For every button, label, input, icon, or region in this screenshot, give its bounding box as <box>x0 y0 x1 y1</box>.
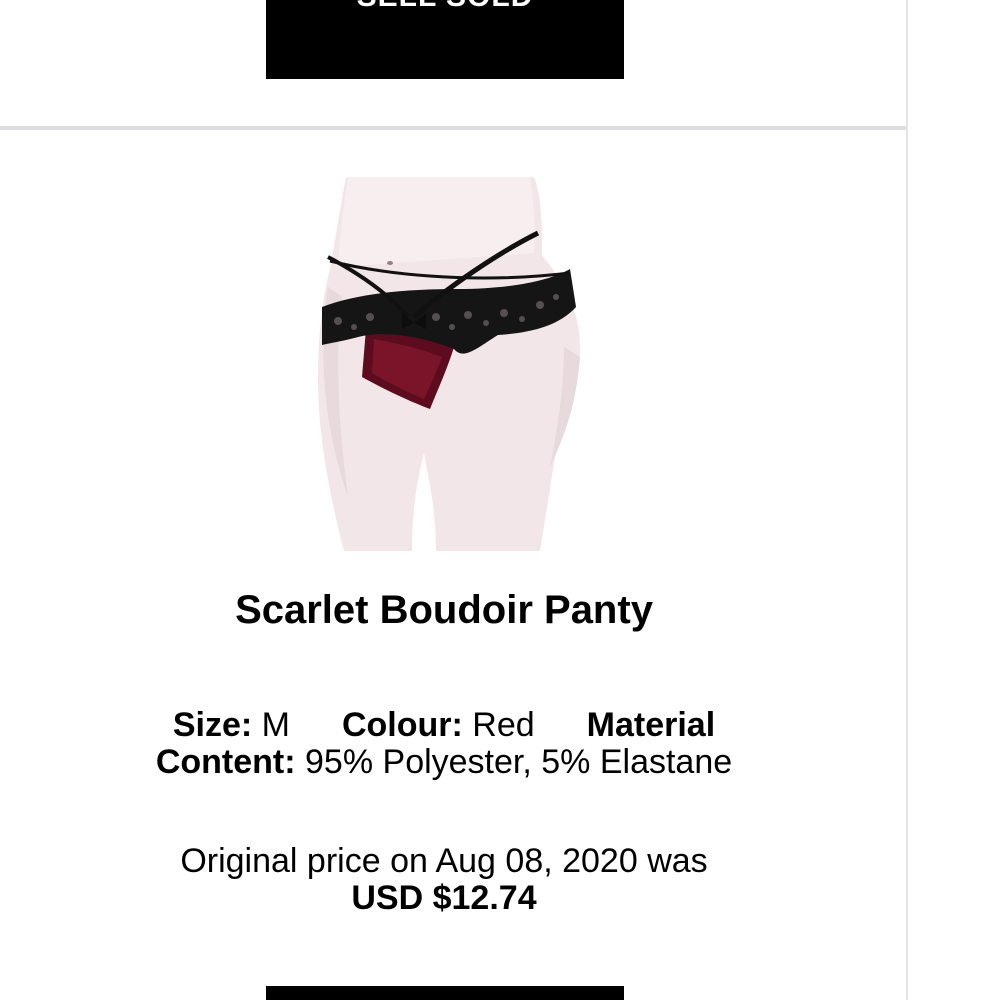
material-value: 95% Polyester, 5% Elastane <box>305 743 733 781</box>
price-prefix: Original price on Aug 08, 2020 was <box>180 842 708 880</box>
size-value: M <box>261 706 290 744</box>
product-image[interactable] <box>318 177 585 551</box>
price-amount: USD $12.74 <box>351 879 537 917</box>
product-details: Size: M Colour: Red Material Content: 95% … <box>120 707 768 781</box>
colour-label: Colour: <box>341 706 463 744</box>
top-action-button-label: SELL SOLD <box>266 0 624 12</box>
colour-value: Red <box>472 706 535 744</box>
size-label: Size: <box>172 706 253 744</box>
card-divider <box>0 126 906 130</box>
price-info: Original price on Aug 08, 2020 was USD $… <box>80 843 808 917</box>
right-edge-divider <box>906 0 908 1000</box>
top-action-button[interactable]: SELL SOLD <box>266 0 624 79</box>
page: SELL SOLD Scarlet Boudoir Panty Size: <box>0 0 1000 1000</box>
bottom-action-button[interactable] <box>266 986 624 1000</box>
product-title: Scarlet Boudoir Panty <box>235 588 653 632</box>
